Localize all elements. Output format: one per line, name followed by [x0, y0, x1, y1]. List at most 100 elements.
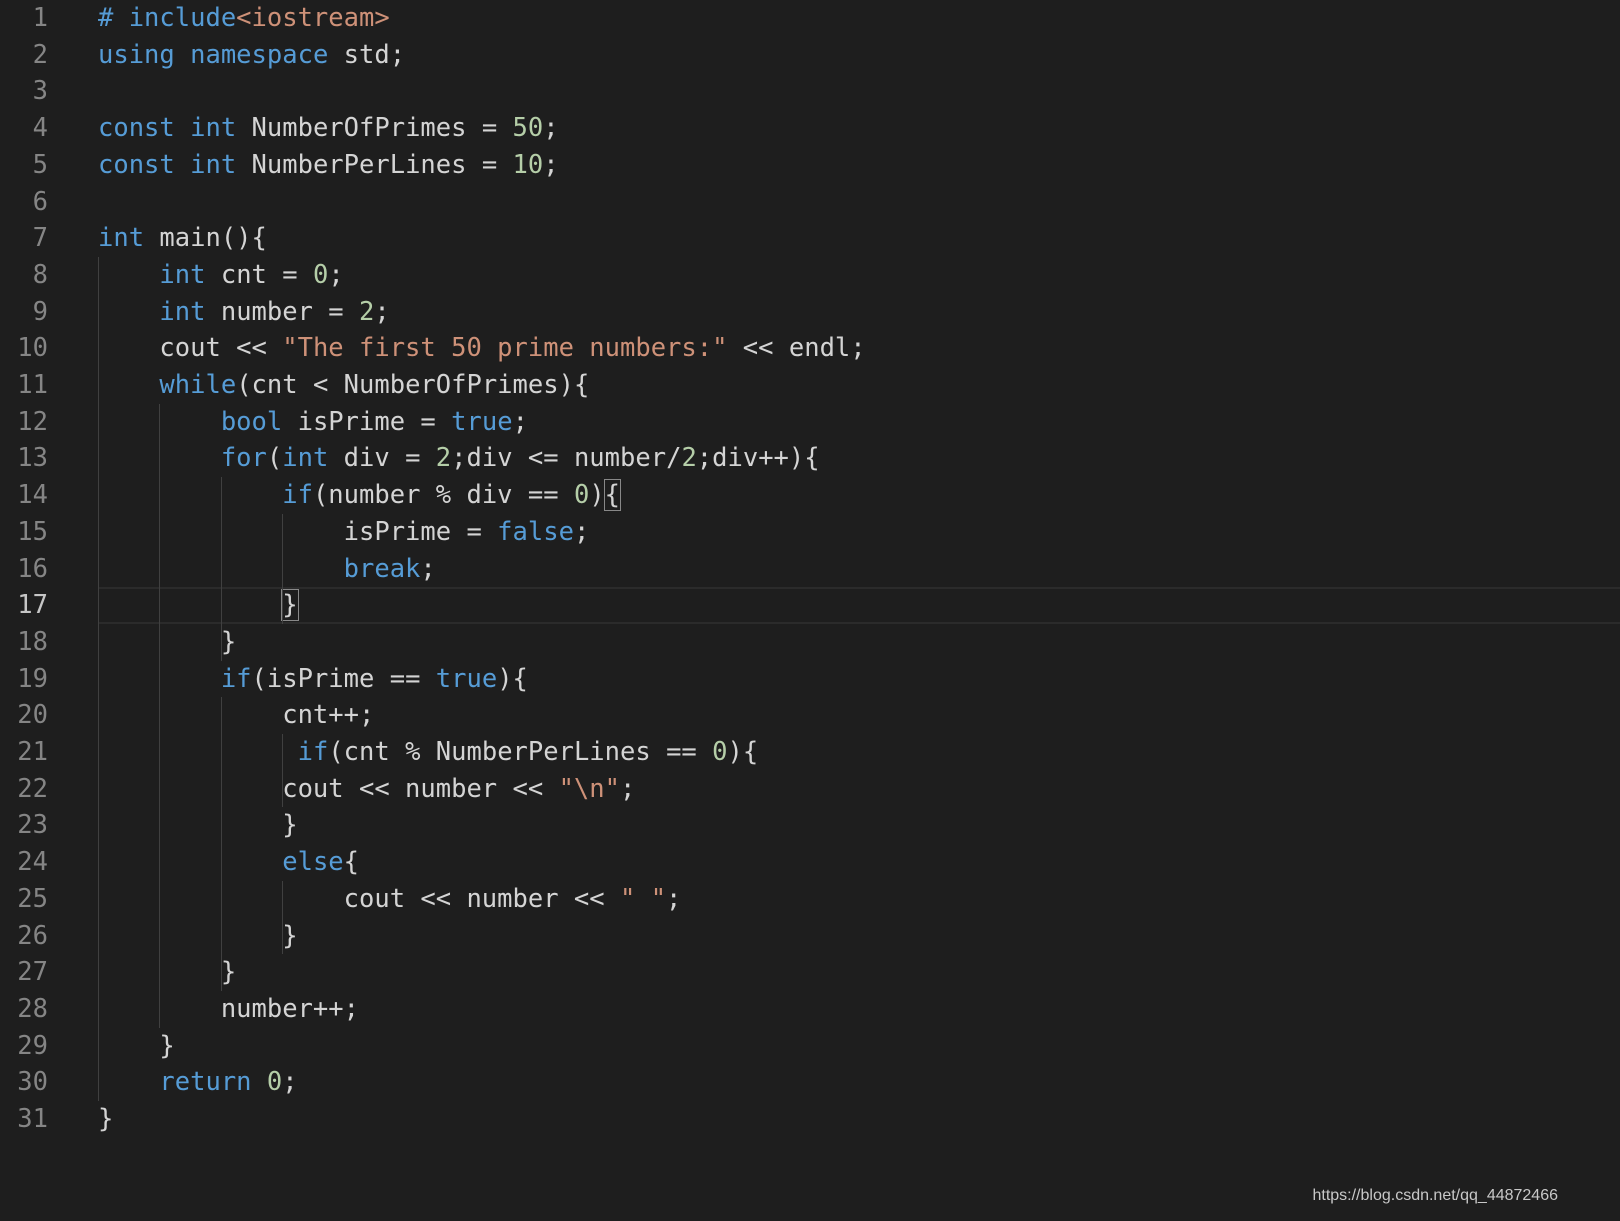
- code-token: " ": [619, 883, 667, 914]
- watermark: https://blog.csdn.net/qq_44872466: [1312, 1187, 1558, 1204]
- code-line-17[interactable]: 17 }: [0, 587, 1620, 624]
- code-text: while(cnt < NumberOfPrimes){: [98, 367, 589, 404]
- code-line-14[interactable]: 14 if(number % div == 0){: [0, 477, 1620, 514]
- code-token: }: [98, 1104, 114, 1134]
- code-token: namespace: [190, 39, 329, 70]
- code-token: cout <<: [98, 333, 283, 364]
- code-line-10[interactable]: 10 cout << "The first 50 prime numbers:"…: [0, 330, 1620, 367]
- indent-guide: [159, 403, 161, 1028]
- code-token: 10: [512, 149, 544, 180]
- code-text: }: [98, 918, 298, 955]
- code-token: ){: [727, 737, 759, 767]
- code-token: "\n": [558, 773, 620, 804]
- code-line-22[interactable]: 22 cout << number << "\n";: [0, 771, 1620, 808]
- code-line-4[interactable]: 4 const int NumberOfPrimes = 50;: [0, 110, 1620, 147]
- code-token: std;: [328, 39, 406, 70]
- line-number: 12: [17, 406, 48, 437]
- code-line-29[interactable]: 29 }: [0, 1028, 1620, 1065]
- code-line-16[interactable]: 16 break;: [0, 551, 1620, 588]
- line-number: 29: [17, 1030, 48, 1061]
- code-token: div =: [328, 443, 436, 474]
- code-token: isPrime =: [98, 516, 498, 547]
- code-line-2[interactable]: 2 using namespace std;: [0, 37, 1620, 74]
- code-line-28[interactable]: 28 number++;: [0, 991, 1620, 1028]
- code-line-3[interactable]: 3: [0, 73, 1620, 110]
- line-number: 22: [17, 773, 48, 804]
- code-line-1[interactable]: 1 # include<iostream>: [0, 0, 1620, 37]
- code-line-23[interactable]: 23 }: [0, 807, 1620, 844]
- code-token: if: [220, 663, 252, 694]
- current-line-highlight: [98, 587, 1620, 624]
- indent-guide: [282, 513, 284, 624]
- indent-guide: [98, 256, 99, 1101]
- code-line-9[interactable]: 9 int number = 2;: [0, 294, 1620, 331]
- code-line-12[interactable]: 12 bool isPrime = true;: [0, 404, 1620, 441]
- code-editor[interactable]: https://blog.csdn.net/qq_44872466 1 # inc…: [0, 0, 1620, 1221]
- code-token: 50: [512, 113, 544, 144]
- line-number: 21: [17, 737, 48, 767]
- code-line-27[interactable]: 27 }: [0, 954, 1620, 991]
- code-line-19[interactable]: 19 if(isPrime == true){: [0, 661, 1620, 698]
- code-line-18[interactable]: 18 }: [0, 624, 1620, 661]
- indent-guide: [220, 477, 222, 661]
- code-token: (cnt % NumberPerLines ==: [328, 737, 713, 767]
- code-line-8[interactable]: 8 int cnt = 0;: [0, 257, 1620, 294]
- line-number: 24: [17, 847, 48, 878]
- code-token: break: [343, 553, 421, 584]
- code-line-7[interactable]: 7 int main(){: [0, 220, 1620, 257]
- code-token: cout << number <<: [98, 883, 620, 914]
- code-token: << endl;: [727, 333, 866, 364]
- code-line-26[interactable]: 26 }: [0, 918, 1620, 955]
- code-token: ;: [543, 113, 559, 144]
- code-line-13[interactable]: 13 for(int div = 2;div <= number/2;div++…: [0, 440, 1620, 477]
- code-line-24[interactable]: 24 else{: [0, 844, 1620, 881]
- code-token: cnt =: [205, 259, 313, 290]
- code-line-6[interactable]: 6: [0, 184, 1620, 221]
- line-number: 31: [17, 1104, 48, 1134]
- line-number: 9: [32, 296, 48, 327]
- code-token: cout << number <<: [98, 773, 559, 804]
- line-number: 10: [17, 333, 48, 364]
- code-token: ;: [573, 516, 590, 547]
- code-token: using: [98, 39, 175, 70]
- indent-guide: [282, 880, 284, 955]
- code-token: for: [220, 443, 267, 474]
- code-token: main(){: [144, 223, 267, 254]
- code-token: 2: [359, 296, 375, 327]
- code-token: return: [159, 1067, 252, 1098]
- code-text: const int NumberOfPrimes = 50;: [98, 110, 559, 147]
- code-token: ;: [420, 553, 436, 584]
- code-token: int: [98, 223, 145, 254]
- line-number: 13: [17, 443, 48, 474]
- code-text: # include<iostream>: [98, 0, 390, 37]
- line-number: 8: [32, 259, 48, 290]
- code-token: ;: [666, 883, 682, 914]
- code-token: cnt++;: [98, 700, 375, 731]
- code-token: }: [98, 920, 298, 951]
- code-line-21[interactable]: 21 if(cnt % NumberPerLines == 0){: [0, 734, 1620, 771]
- code-line-11[interactable]: 11 while(cnt < NumberOfPrimes){: [0, 367, 1620, 404]
- code-text: if(isPrime == true){: [98, 661, 528, 698]
- code-token: if: [282, 480, 313, 511]
- code-token: false: [497, 516, 574, 547]
- code-token: }: [98, 626, 237, 657]
- code-token: ;: [543, 149, 559, 180]
- code-line-31[interactable]: 31}: [0, 1101, 1620, 1138]
- code-line-5[interactable]: 5 const int NumberPerLines = 10;: [0, 147, 1620, 184]
- code-line-15[interactable]: 15 isPrime = false;: [0, 514, 1620, 551]
- code-line-30[interactable]: 30 return 0;: [0, 1064, 1620, 1101]
- line-number: 28: [17, 993, 48, 1024]
- code-token: ;: [512, 406, 528, 437]
- code-token: if: [297, 737, 329, 767]
- code-line-20[interactable]: 20 cnt++;: [0, 697, 1620, 734]
- code-line-25[interactable]: 25 cout << number << " ";: [0, 881, 1620, 918]
- line-number: 20: [17, 700, 48, 731]
